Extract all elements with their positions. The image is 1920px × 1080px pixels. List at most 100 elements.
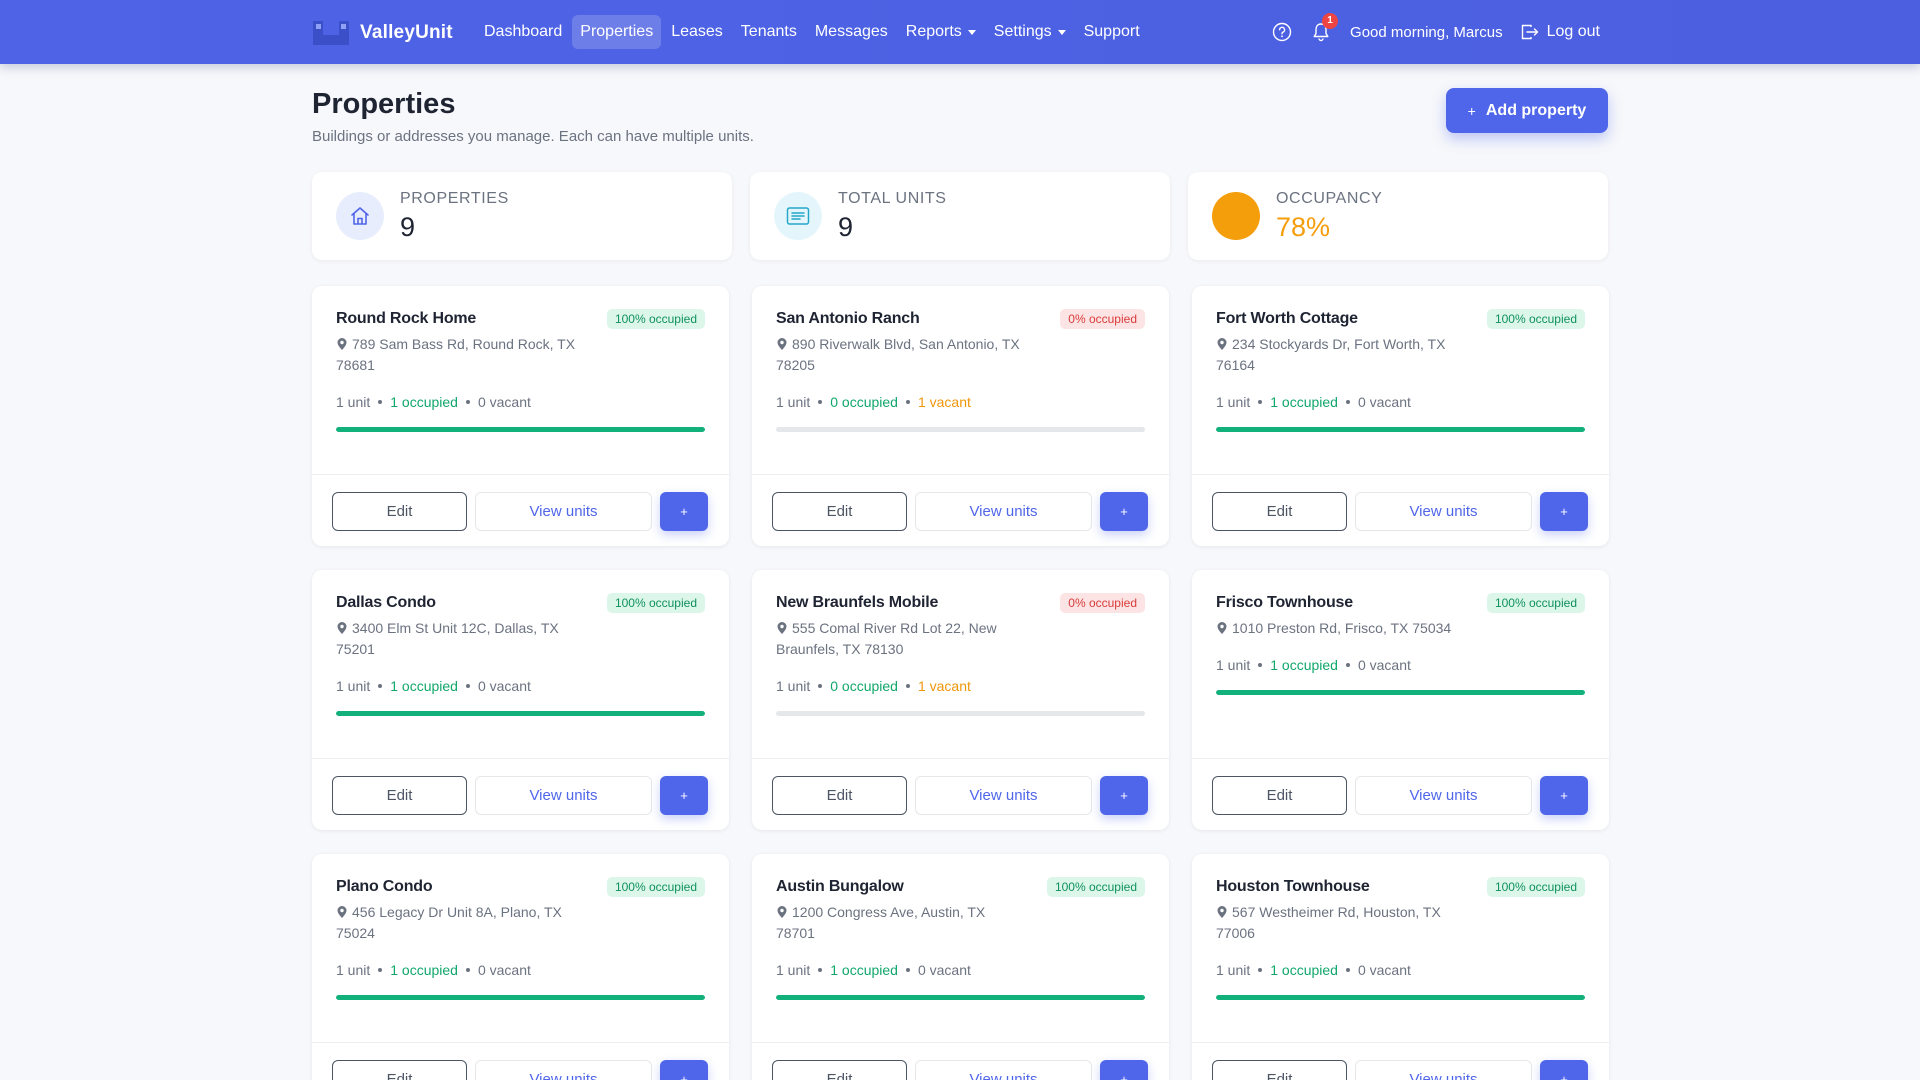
nav-properties-label: Properties bbox=[580, 23, 654, 40]
logo-icon bbox=[313, 21, 349, 45]
add-unit-button[interactable]: + bbox=[1100, 776, 1148, 815]
edit-button[interactable]: Edit bbox=[1212, 776, 1347, 815]
property-address-text: 234 Stockyards Dr, Fort Worth, TX 76164 bbox=[1216, 336, 1446, 373]
nav-reports[interactable]: Reports bbox=[898, 15, 984, 49]
edit-button[interactable]: Edit bbox=[1212, 492, 1347, 531]
property-address-text: 890 Riverwalk Blvd, San Antonio, TX 7820… bbox=[776, 336, 1020, 373]
nav-leases[interactable]: Leases bbox=[663, 15, 731, 49]
property-card: Dallas Condo 100% occupied 3400 Elm St U… bbox=[312, 570, 729, 830]
property-address-text: 1200 Congress Ave, Austin, TX 78701 bbox=[776, 904, 986, 941]
property-address-text: 789 Sam Bass Rd, Round Rock, TX 78681 bbox=[336, 336, 576, 373]
edit-button[interactable]: Edit bbox=[772, 776, 907, 815]
add-property-button[interactable]: + Add property bbox=[1446, 88, 1608, 133]
property-name: Plano Condo bbox=[336, 878, 433, 895]
property-card: Round Rock Home 100% occupied 789 Sam Ba… bbox=[312, 286, 729, 546]
view-units-button[interactable]: View units bbox=[1355, 1060, 1532, 1080]
separator-dot bbox=[1345, 663, 1350, 667]
view-units-button[interactable]: View units bbox=[915, 1060, 1092, 1080]
nav-tenants-label: Tenants bbox=[740, 23, 797, 40]
unit-count: 1 unit bbox=[776, 678, 811, 694]
unit-count: 1 unit bbox=[1216, 657, 1251, 673]
stat-label: TOTAL UNITS bbox=[838, 190, 947, 207]
view-units-button[interactable]: View units bbox=[915, 492, 1092, 531]
nav-settings[interactable]: Settings bbox=[986, 15, 1074, 49]
view-units-button[interactable]: View units bbox=[475, 776, 652, 815]
occupancy-bar-fill bbox=[1216, 690, 1585, 695]
edit-button[interactable]: Edit bbox=[332, 492, 467, 531]
property-name: San Antonio Ranch bbox=[776, 310, 920, 327]
nav-support[interactable]: Support bbox=[1076, 15, 1148, 49]
map-pin-icon bbox=[1217, 906, 1227, 918]
view-units-button[interactable]: View units bbox=[1355, 776, 1532, 815]
property-address-text: 456 Legacy Dr Unit 8A, Plano, TX 75024 bbox=[336, 904, 562, 941]
nav-messages[interactable]: Messages bbox=[807, 15, 896, 49]
separator-dot bbox=[378, 400, 383, 404]
unit-summary: 1 unit 1 occupied 0 vacant bbox=[1216, 394, 1411, 410]
unit-count: 1 unit bbox=[1216, 962, 1251, 978]
occupancy-badge: 100% occupied bbox=[1486, 877, 1585, 897]
occupancy-bar bbox=[776, 995, 1145, 1000]
occupancy-bar bbox=[1216, 995, 1585, 1000]
unit-count: 1 unit bbox=[336, 962, 371, 978]
edit-button[interactable]: Edit bbox=[1212, 1060, 1347, 1080]
occupied-count: 1 occupied bbox=[830, 962, 898, 978]
occupied-count: 0 occupied bbox=[830, 678, 898, 694]
nav-right: 1 Good morning, Marcus Log out bbox=[1272, 13, 1600, 50]
stat-properties: PROPERTIES 9 bbox=[312, 172, 732, 260]
help-icon[interactable] bbox=[1272, 22, 1292, 42]
add-unit-button[interactable]: + bbox=[1100, 492, 1148, 531]
unit-summary: 1 unit 1 occupied 0 vacant bbox=[336, 962, 531, 978]
edit-button[interactable]: Edit bbox=[772, 492, 907, 531]
notifications-button[interactable]: 1 bbox=[1310, 13, 1339, 43]
property-name: Round Rock Home bbox=[336, 310, 477, 327]
add-unit-button[interactable]: + bbox=[1540, 492, 1588, 531]
occupied-count: 1 occupied bbox=[390, 962, 458, 978]
occupied-count: 0 occupied bbox=[830, 394, 898, 410]
property-address: 3400 Elm St Unit 12C, Dallas, TX 75201 bbox=[336, 618, 586, 660]
card-divider bbox=[1192, 758, 1609, 759]
notification-count-badge: 1 bbox=[1322, 13, 1339, 29]
brand[interactable]: ValleyUnit bbox=[312, 19, 453, 47]
view-units-button[interactable]: View units bbox=[915, 776, 1092, 815]
separator-dot bbox=[818, 968, 823, 972]
view-units-button[interactable]: View units bbox=[1355, 492, 1532, 531]
edit-button[interactable]: Edit bbox=[332, 776, 467, 815]
property-card: Plano Condo 100% occupied 456 Legacy Dr … bbox=[312, 854, 729, 1080]
separator-dot bbox=[905, 684, 910, 688]
property-address: 1200 Congress Ave, Austin, TX 78701 bbox=[776, 902, 1026, 944]
view-units-button[interactable]: View units bbox=[475, 492, 652, 531]
unit-count: 1 unit bbox=[1216, 394, 1251, 410]
unit-count: 1 unit bbox=[776, 394, 811, 410]
logout-button[interactable]: Log out bbox=[1521, 23, 1600, 41]
add-unit-button[interactable]: + bbox=[1540, 776, 1588, 815]
separator-dot bbox=[1345, 400, 1350, 404]
edit-button[interactable]: Edit bbox=[332, 1060, 467, 1080]
separator-dot bbox=[818, 400, 823, 404]
nav-support-label: Support bbox=[1083, 23, 1140, 40]
add-unit-button[interactable]: + bbox=[660, 492, 708, 531]
add-unit-button[interactable]: + bbox=[1540, 1060, 1588, 1080]
page-subtitle: Buildings or addresses you manage. Each … bbox=[312, 128, 754, 145]
occupancy-badge: 0% occupied bbox=[1060, 593, 1145, 613]
separator-dot bbox=[1258, 663, 1263, 667]
list-icon bbox=[774, 192, 822, 240]
nav-tenants[interactable]: Tenants bbox=[733, 15, 805, 49]
add-unit-button[interactable]: + bbox=[1100, 1060, 1148, 1080]
add-unit-button[interactable]: + bbox=[660, 776, 708, 815]
occupancy-bar bbox=[776, 711, 1145, 716]
view-units-button[interactable]: View units bbox=[475, 1060, 652, 1080]
property-card: Fort Worth Cottage 100% occupied 234 Sto… bbox=[1192, 286, 1609, 546]
property-card: Frisco Townhouse 100% occupied 1010 Pres… bbox=[1192, 570, 1609, 830]
map-pin-icon bbox=[1217, 338, 1227, 350]
unit-count: 1 unit bbox=[776, 962, 811, 978]
stat-occupancy: OCCUPANCY 78% bbox=[1188, 172, 1608, 260]
nav-dashboard[interactable]: Dashboard bbox=[476, 15, 570, 49]
occupancy-bar bbox=[336, 711, 705, 716]
nav-properties[interactable]: Properties bbox=[572, 15, 662, 49]
edit-button[interactable]: Edit bbox=[772, 1060, 907, 1080]
add-unit-button[interactable]: + bbox=[660, 1060, 708, 1080]
separator-dot bbox=[818, 684, 823, 688]
occupancy-badge: 100% occupied bbox=[606, 309, 705, 329]
stat-value: 9 bbox=[838, 212, 854, 242]
card-divider bbox=[752, 1042, 1169, 1043]
